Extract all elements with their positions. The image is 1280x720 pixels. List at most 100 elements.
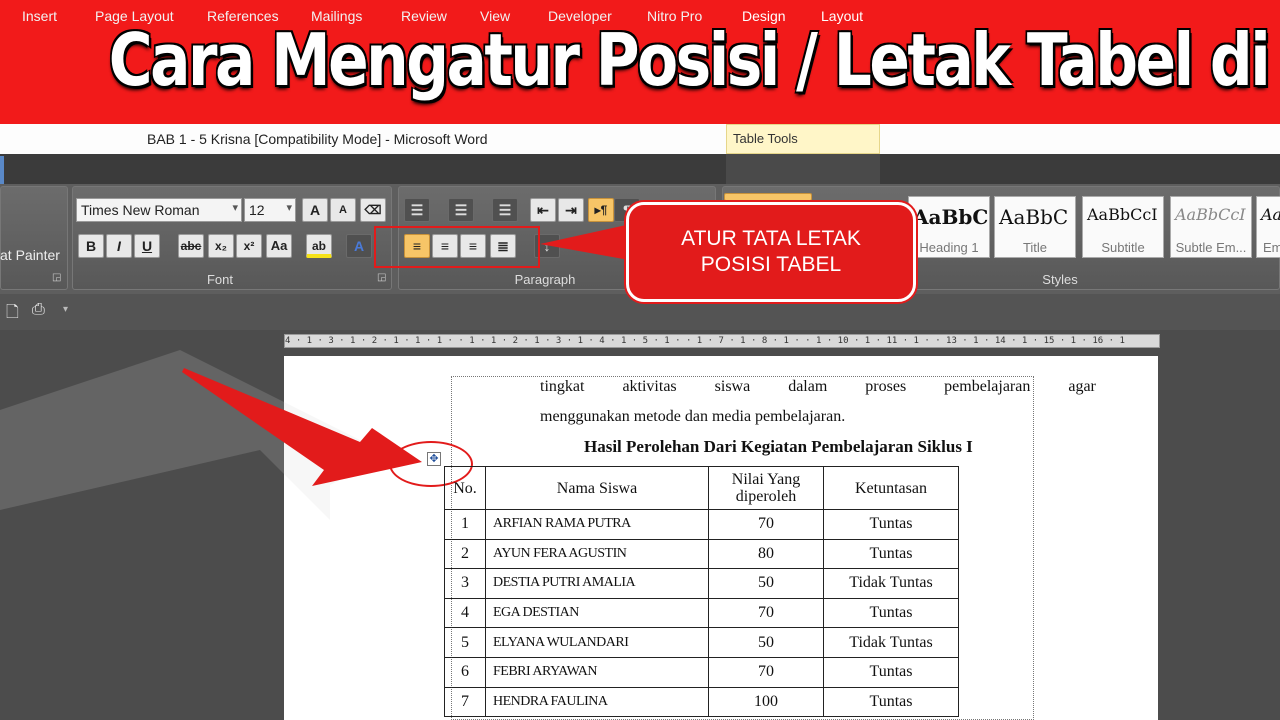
cell-nilai: 70: [708, 509, 824, 540]
bold-button[interactable]: B: [78, 234, 104, 258]
cell-name: FEBRI ARYAWAN: [485, 656, 709, 688]
customize-toolbar-icon[interactable]: ▾: [63, 304, 68, 315]
dialog-launcher-icon[interactable]: ◲: [377, 272, 386, 283]
font-name-combo[interactable]: Times New Roman ▾: [76, 198, 242, 222]
header-nilai-line2: diperoleh: [735, 488, 797, 505]
font-group-label: Font: [206, 272, 233, 287]
bullet-list-icon: ☰: [410, 202, 424, 218]
table-header-row: No. Nama Siswa Nilai Yang diperoleh Ketun…: [444, 466, 959, 510]
superscript-button[interactable]: x²: [236, 234, 262, 258]
print-icon[interactable]: ⎙: [32, 301, 45, 319]
tab-page-layout[interactable]: Page Layout: [95, 8, 174, 24]
tab-insert[interactable]: Insert: [22, 8, 57, 24]
bullets-button[interactable]: ☰: [404, 198, 430, 222]
change-case-button[interactable]: Aa: [266, 234, 292, 258]
callout-line-2: POSISI TABEL: [700, 253, 842, 276]
tab-design[interactable]: Design: [742, 8, 786, 24]
style-title[interactable]: AaBbC Title: [994, 196, 1076, 258]
cell-ket: Tuntas: [823, 686, 959, 718]
callout-line-1: ATUR TATA LETAK: [681, 227, 861, 250]
font-size-combo[interactable]: 12 ▾: [244, 198, 296, 222]
header-name: Nama Siswa: [485, 466, 709, 510]
cell-name: HENDRA FAULINA: [485, 686, 709, 718]
tab-view[interactable]: View: [480, 8, 510, 24]
cell-nilai: 50: [708, 627, 824, 658]
style-preview: AaBbC: [999, 205, 1069, 229]
tab-home-edge[interactable]: [0, 156, 4, 184]
numbering-button[interactable]: ☰: [448, 198, 474, 222]
cell-no: 2: [444, 538, 486, 570]
grow-font-button[interactable]: A: [302, 198, 328, 222]
style-preview: AaBbCcI: [1087, 205, 1158, 224]
header-ketuntasan: Ketuntasan: [823, 466, 959, 510]
cell-name: DESTIA PUTRI AMALIA: [485, 568, 709, 599]
clear-formatting-button[interactable]: ⌫: [360, 198, 386, 222]
cell-nilai: 100: [708, 686, 824, 718]
cell-ket: Tidak Tuntas: [823, 568, 959, 599]
cell-name: AYUN FERA AGUSTIN: [485, 538, 709, 570]
style-preview: AaBbCcI: [1175, 205, 1246, 224]
cell-ket: Tuntas: [823, 597, 959, 629]
tab-mailings[interactable]: Mailings: [311, 8, 362, 24]
style-name: Subtle Em...: [1175, 240, 1247, 255]
italic-button[interactable]: I: [106, 234, 132, 258]
font-size-value: 12: [249, 202, 265, 218]
tab-layout[interactable]: Layout: [821, 8, 863, 24]
table-tools-tab-area: [726, 154, 880, 184]
tab-review[interactable]: Review: [401, 8, 447, 24]
chevron-down-icon: ▾: [286, 202, 292, 214]
cell-nilai: 70: [708, 656, 824, 688]
style-preview: Aa: [1261, 205, 1280, 224]
cell-nilai: 50: [708, 568, 824, 599]
format-painter-button[interactable]: at Painter: [0, 247, 60, 263]
cell-name: ELYANA WULANDARI: [485, 627, 709, 658]
table-row: 6 FEBRI ARYAWAN 70 Tuntas: [444, 656, 959, 688]
ribbon-tab-bar: [0, 154, 1280, 184]
tab-nitro-pro[interactable]: Nitro Pro: [647, 8, 702, 24]
numbered-list-icon: ☰: [454, 202, 468, 218]
multilevel-list-icon: ☰: [498, 202, 512, 218]
cell-name: ARFIAN RAMA PUTRA: [485, 509, 709, 540]
styles-group-label: Styles: [1042, 272, 1078, 287]
cell-nilai: 80: [708, 538, 824, 570]
subscript-button[interactable]: x₂: [208, 234, 234, 258]
window-title: BAB 1 - 5 Krisna [Compatibility Mode] - …: [147, 131, 488, 147]
header-nilai-line1: Nilai Yang: [731, 471, 801, 488]
style-subtitle[interactable]: AaBbCcI Subtitle: [1082, 196, 1164, 258]
cell-ket: Tuntas: [823, 509, 959, 540]
tab-references[interactable]: References: [207, 8, 279, 24]
multilevel-list-button[interactable]: ☰: [492, 198, 518, 222]
style-subtle-emphasis[interactable]: AaBbCcI Subtle Em...: [1170, 196, 1252, 258]
style-name: Subtitle: [1101, 240, 1145, 255]
strikethrough-button[interactable]: abc: [178, 234, 204, 258]
window-titlebar: BAB 1 - 5 Krisna [Compatibility Mode] - …: [0, 124, 1280, 154]
paragraph-line-2: menggunakan metode dan media pembelajara…: [540, 408, 846, 425]
table-row: 2 AYUN FERA AGUSTIN 80 Tuntas: [444, 538, 959, 570]
chevron-down-icon: ▾: [232, 202, 238, 214]
pointer-arrow-graphic: [0, 350, 422, 520]
cell-ket: Tidak Tuntas: [823, 627, 959, 658]
results-table[interactable]: No. Nama Siswa Nilai Yang diperoleh Ketun…: [444, 466, 959, 718]
highlight-button[interactable]: ab: [306, 234, 332, 258]
shrink-font-button[interactable]: A: [330, 198, 356, 222]
table-row: 5 ELYANA WULANDARI 50 Tidak Tuntas: [444, 627, 959, 658]
cell-ket: Tuntas: [823, 538, 959, 570]
dialog-launcher-icon[interactable]: ◲: [52, 272, 61, 283]
cell-no: 6: [444, 656, 486, 688]
font-color-button[interactable]: A: [346, 234, 372, 258]
style-emphasis[interactable]: Aa Em: [1256, 196, 1280, 258]
table-tools-label: Table Tools: [733, 131, 798, 146]
table-row: 4 EGA DESTIAN 70 Tuntas: [444, 597, 959, 629]
font-name-value: Times New Roman: [81, 202, 200, 218]
style-name: Em: [1263, 240, 1280, 255]
table-row: 1 ARFIAN RAMA PUTRA 70 Tuntas: [444, 509, 959, 540]
underline-button[interactable]: U: [134, 234, 160, 258]
table-caption: Hasil Perolehan Dari Kegiatan Pembelajar…: [584, 437, 973, 456]
style-name: Title: [1022, 240, 1048, 255]
cell-no: 3: [444, 568, 486, 599]
cell-no: 7: [444, 686, 486, 718]
tab-developer[interactable]: Developer: [548, 8, 612, 24]
cell-no: 4: [444, 597, 486, 629]
new-document-icon[interactable]: 🗋: [6, 301, 19, 328]
cell-name: EGA DESTIAN: [485, 597, 709, 629]
